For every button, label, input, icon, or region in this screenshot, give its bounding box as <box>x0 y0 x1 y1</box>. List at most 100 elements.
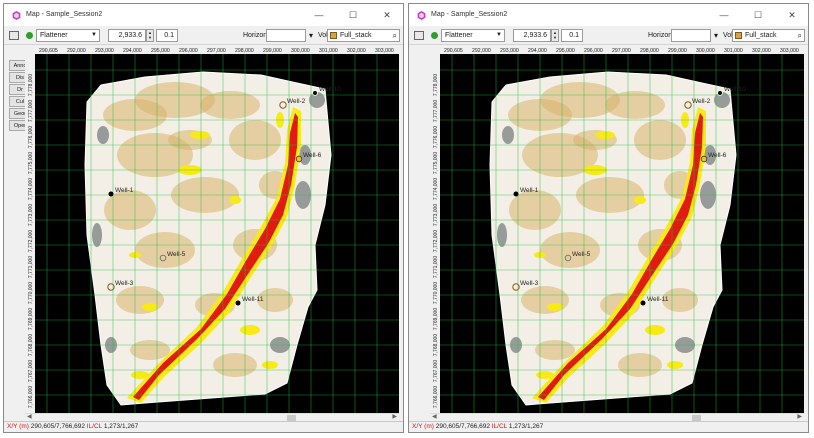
y-tick-label: 7,772,000 <box>433 230 439 252</box>
window-title: Map - Sample_Session2 <box>431 11 508 18</box>
scroll-left-icon[interactable]: ◀ <box>27 413 32 420</box>
x-tick-label: 293,000 <box>500 48 519 54</box>
amplitude-medium-patch <box>634 196 646 204</box>
amplitude-low-patch <box>634 120 686 160</box>
map-settings-icon[interactable] <box>414 31 424 40</box>
chevron-down-icon: ▼ <box>91 32 97 38</box>
depth-input[interactable]: 2,933.6 <box>108 29 146 42</box>
y-tick-label: 7,777,000 <box>433 100 439 122</box>
y-tick-label: 7,769,000 <box>433 308 439 330</box>
horizontal-scrollbar[interactable]: ◀ ▶ <box>430 413 804 421</box>
well-label: Well-3 <box>520 280 539 287</box>
ilcl-value: 1,273/1,267 <box>103 423 139 430</box>
well-label: Well-6 <box>708 152 727 159</box>
y-tick-label: 7,768,000 <box>28 334 34 356</box>
amplitude-dark-patch <box>497 223 507 247</box>
amplitude-dark-patch <box>92 223 102 247</box>
well-marker-icon <box>108 191 114 197</box>
y-tick-label: 7,778,000 <box>28 74 34 96</box>
well-marker-icon <box>295 155 303 163</box>
horizon-dropdown-icon[interactable]: ▾ <box>711 29 721 42</box>
flattener-dropdown[interactable]: Flattener ▼ <box>36 29 100 42</box>
map-canvas[interactable]: 290,605 292,000 293,000 294,000 295,000 296,0… <box>430 45 804 413</box>
y-tick-label: 7,773,000 <box>28 204 34 226</box>
step-input[interactable]: 0.1 <box>561 29 583 42</box>
x-tick-label: 302,000 <box>347 48 366 54</box>
amplitude-medium-patch <box>262 361 278 369</box>
well-marker-icon <box>640 300 646 306</box>
seismic-map[interactable]: 290,605 292,000 293,000 294,000 295,000 296,0… <box>25 45 399 413</box>
well-label: Well-11 <box>647 296 669 303</box>
depth-spinner[interactable]: ▲ ▼ <box>551 29 559 42</box>
x-tick-label: 299,000 <box>263 48 282 54</box>
horizon-input[interactable] <box>671 29 711 42</box>
x-tick-label: 298,000 <box>235 48 254 54</box>
y-tick-label: 7,772,000 <box>28 230 34 252</box>
volume-selector[interactable]: Full_stack ⌕ <box>732 29 805 42</box>
y-tick-label: 7,766,000 <box>28 386 34 408</box>
amplitude-medium-patch <box>240 325 260 335</box>
y-tick-label: 7,775,000 <box>433 152 439 174</box>
x-tick-label: 301,000 <box>319 48 338 54</box>
x-tick-label: 296,000 <box>179 48 198 54</box>
x-tick-label: 300,000 <box>291 48 310 54</box>
title-bar[interactable]: Map - Sample_Session2 — ☐ ✕ <box>4 4 403 26</box>
close-button[interactable]: ✕ <box>784 9 800 21</box>
maximize-button[interactable]: ☐ <box>750 9 766 21</box>
y-tick-label: 7,771,000 <box>433 256 439 278</box>
map-window-right[interactable]: Map - Sample_Session2 — ☐ ✕ Flattener ▼ 2… <box>408 3 809 433</box>
status-indicator-icon <box>431 32 438 39</box>
scroll-left-icon[interactable]: ◀ <box>432 413 437 420</box>
well-marker-icon <box>717 90 723 96</box>
flattener-value: Flattener <box>40 32 68 39</box>
well-marker-icon <box>513 191 519 197</box>
flattener-dropdown[interactable]: Flattener ▼ <box>441 29 505 42</box>
x-tick-label: 303,000 <box>780 48 799 54</box>
depth-spinner[interactable]: ▲ ▼ <box>146 29 154 42</box>
seismic-map[interactable]: 290,605 292,000 293,000 294,000 295,000 296,0… <box>430 45 804 413</box>
volume-selector[interactable]: Full_stack ⌕ <box>327 29 400 42</box>
horizon-dropdown-icon[interactable]: ▾ <box>306 29 316 42</box>
status-bar: X/Y (m) 290,605/7,766,692 IL/CL 1,273/1,… <box>409 421 808 432</box>
close-button[interactable]: ✕ <box>379 9 395 21</box>
x-tick-label: 303,000 <box>375 48 394 54</box>
scroll-right-icon[interactable]: ▶ <box>392 413 397 420</box>
minimize-button[interactable]: — <box>311 9 327 21</box>
ilcl-label: IL/CL <box>491 423 508 430</box>
status-indicator-icon <box>26 32 33 39</box>
search-icon[interactable]: ⌕ <box>393 30 397 41</box>
map-canvas[interactable]: 290,605 292,000 293,000 294,000 295,000 296,0… <box>25 45 399 413</box>
well-label: Well-2 <box>287 98 306 105</box>
amplitude-medium-patch <box>595 131 615 139</box>
step-input[interactable]: 0.1 <box>156 29 178 42</box>
well-label: Well-1 <box>115 187 134 194</box>
horizon-input[interactable] <box>266 29 306 42</box>
amplitude-medium-patch <box>229 196 241 204</box>
horizontal-scrollbar[interactable]: ◀ ▶ <box>25 413 399 421</box>
map-app-icon <box>417 11 426 20</box>
map-app-icon <box>12 11 21 20</box>
volume-value: Full_stack <box>745 32 777 39</box>
xy-value: 290,605/7,766,692 <box>30 423 85 430</box>
maximize-button[interactable]: ☐ <box>345 9 361 21</box>
x-tick-label: 293,000 <box>95 48 114 54</box>
x-tick-label: 297,000 <box>207 48 226 54</box>
flattener-value: Flattener <box>445 32 473 39</box>
x-tick-label: 296,000 <box>584 48 603 54</box>
amplitude-low-patch <box>540 232 600 268</box>
map-settings-icon[interactable] <box>9 31 19 40</box>
y-tick-label: 7,767,000 <box>433 360 439 382</box>
minimize-button[interactable]: — <box>716 9 732 21</box>
y-tick-label: 7,773,000 <box>433 204 439 226</box>
map-window-left[interactable]: Map - Sample_Session2 — ☐ ✕ Flattener ▼ 2… <box>3 3 404 433</box>
well-marker-icon <box>700 155 708 163</box>
y-tick-label: 7,768,000 <box>433 334 439 356</box>
ilcl-label: IL/CL <box>86 423 103 430</box>
status-bar: X/Y (m) 290,605/7,766,692 IL/CL 1,273/1,… <box>4 421 403 432</box>
search-icon[interactable]: ⌕ <box>798 30 802 41</box>
y-tick-label: 7,776,000 <box>433 126 439 148</box>
depth-input[interactable]: 2,933.6 <box>513 29 551 42</box>
y-tick-label: 7,775,000 <box>28 152 34 174</box>
title-bar[interactable]: Map - Sample_Session2 — ☐ ✕ <box>409 4 808 26</box>
scroll-right-icon[interactable]: ▶ <box>797 413 802 420</box>
